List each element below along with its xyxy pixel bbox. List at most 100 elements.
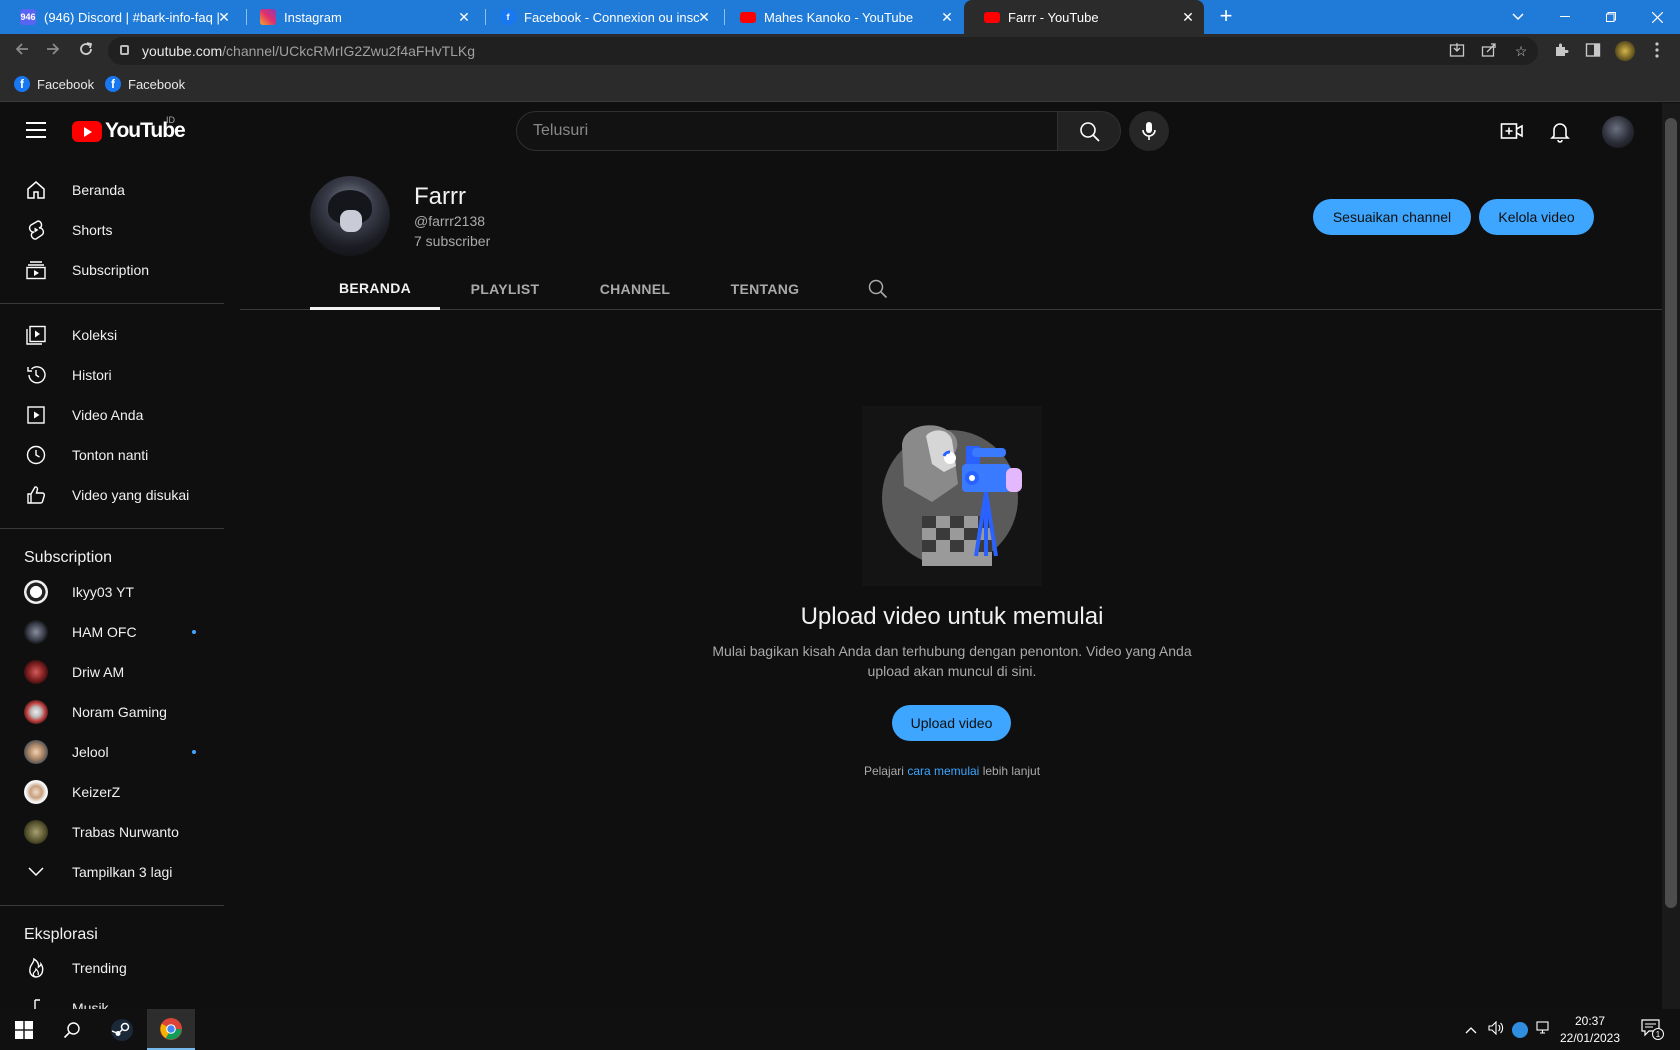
taskbar-clock[interactable]: 20:37 22/01/2023 [1550,1013,1630,1047]
upload-illustration [862,406,1042,586]
browser-tab-discord[interactable]: 946 (946) Discord | #bark-info-faq | B ✕ [0,0,240,34]
close-icon[interactable]: ✕ [216,9,232,25]
taskbar-search-icon[interactable] [48,1009,96,1050]
learn-suffix: lebih lanjut [982,764,1041,778]
sidebar-item-subscription-channel[interactable]: Jelool [12,732,224,772]
youtube-logo[interactable]: YouTube ID [72,115,186,143]
tray-chevron-up-icon[interactable] [1462,1021,1480,1039]
sidebar-item-subscription[interactable]: Subscription [12,250,224,290]
close-icon[interactable]: ✕ [1180,9,1196,25]
sidebar-item-label: Tampilkan 3 lagi [72,864,173,880]
sidebar-item-beranda[interactable]: Beranda [12,170,224,210]
steam-icon[interactable] [98,1009,146,1050]
browser-tab-instagram[interactable]: Instagram ✕ [240,0,480,34]
notifications-bell-icon[interactable] [1548,119,1572,143]
sidebar-item-subscription-channel[interactable]: HAM OFC [12,612,224,652]
sidebar-item-label: Trending [72,960,127,976]
forward-button[interactable] [41,39,65,63]
avatar [24,820,48,844]
sidebar-item-label: Noram Gaming [72,704,167,720]
new-tab-button[interactable]: + [1215,5,1237,28]
channel-avatar-icon [24,700,48,724]
clock-time: 20:37 [1574,1014,1606,1028]
search-icon [1080,122,1100,142]
close-icon[interactable]: ✕ [696,9,712,25]
tab-channel[interactable]: CHANNEL [570,268,700,310]
create-video-icon[interactable] [1500,119,1524,143]
window-close-button[interactable] [1634,0,1680,34]
browser-tab-facebook[interactable]: f Facebook - Connexion ou inscrip ✕ [480,0,720,34]
tab-title: Mahes Kanoko - YouTube [764,9,914,25]
avatar [24,620,48,644]
avatar [24,780,48,804]
tab-title: Farrr - YouTube [1008,9,1099,25]
tab-tentang[interactable]: TENTANG [700,268,830,310]
how-to-start-link[interactable]: cara memulai [907,764,979,778]
tab-beranda[interactable]: BERANDA [310,268,440,310]
sidebar-item-video-yang-disukai[interactable]: Video yang disukai [12,475,224,515]
upload-video-button[interactable]: Upload video [892,705,1011,741]
channel-search-icon[interactable] [854,268,902,310]
tab-search-chevron-icon[interactable] [1495,0,1541,34]
bookmark-facebook-1[interactable]: f Facebook [14,76,94,92]
youtube-play-icon [72,120,102,142]
tab-title: Instagram [284,9,342,25]
volume-icon[interactable] [1487,1020,1505,1039]
sidebar-item-histori[interactable]: Histori [12,355,224,395]
close-icon[interactable]: ✕ [456,9,472,25]
notification-center-icon[interactable]: 1 [1640,1018,1664,1042]
close-icon[interactable]: ✕ [939,9,955,25]
browser-menu-icon[interactable] [1648,42,1666,60]
home-icon [24,178,48,202]
history-icon [24,363,48,387]
menu-icon[interactable] [26,122,46,138]
manage-videos-button[interactable]: Kelola video [1479,199,1594,235]
side-panel-icon[interactable] [1584,42,1602,60]
address-bar[interactable]: youtube.com/channel/UCkcRMrIG2Zwu2f4aFHv… [108,37,1538,65]
sidebar-item-subscription-channel[interactable]: KeizerZ [12,772,224,812]
browser-tab-youtube-mahes[interactable]: Mahes Kanoko - YouTube ✕ [720,0,963,34]
tab-playlist[interactable]: PLAYLIST [440,268,570,310]
search-button[interactable] [1057,111,1121,151]
app-tray-icon[interactable] [1512,1022,1528,1038]
sidebar-item-musik[interactable]: Musik [12,988,224,1009]
sidebar-item-subscription-channel[interactable]: Noram Gaming [12,692,224,732]
youtube-icon [984,11,1000,23]
customize-channel-button[interactable]: Sesuaikan channel [1313,199,1471,235]
restore-button[interactable] [1588,0,1634,34]
sidebar-item-label: Video yang disukai [72,487,190,503]
sidebar-divider [0,905,224,906]
sidebar-item-subscription-channel[interactable]: Ikyy03 YT [12,572,224,612]
profile-avatar[interactable] [1615,41,1635,61]
install-app-icon[interactable] [1448,42,1466,60]
bookmarks-bar: f Facebook f Facebook [0,68,1680,102]
sidebar-item-trending[interactable]: Trending [12,948,224,988]
windows-start-icon[interactable] [0,1009,48,1050]
account-avatar[interactable] [1602,116,1634,148]
page-scrollbar-thumb[interactable] [1665,118,1677,908]
subscriber-count: 7 subscriber [414,233,491,249]
share-icon[interactable] [1480,42,1498,60]
back-button[interactable] [10,39,34,63]
search-input[interactable] [517,112,1057,150]
browser-tab-youtube-farrr[interactable]: Farrr - YouTube ✕ [964,0,1204,34]
subscriptions-icon [24,258,48,282]
extensions-icon[interactable] [1552,42,1570,60]
sidebar-item-shorts[interactable]: Shorts [12,210,224,250]
bookmark-facebook-2[interactable]: f Facebook [105,76,185,92]
sidebar-item-video-anda[interactable]: Video Anda [12,395,224,435]
sidebar-item-koleksi[interactable]: Koleksi [12,315,224,355]
sidebar-item-tonton-nanti[interactable]: Tonton nanti [12,435,224,475]
channel-name: Farrr [414,183,466,210]
watch-later-icon [24,443,48,467]
chrome-taskbar-icon[interactable] [147,1009,195,1050]
minimize-button[interactable] [1542,0,1588,34]
channel-avatar[interactable] [310,176,390,256]
reload-button[interactable] [74,39,98,63]
sidebar-item-subscription-channel[interactable]: Trabas Nurwanto [12,812,224,852]
voice-search-button[interactable] [1129,111,1169,151]
camera-operator-illustration [882,425,1022,566]
sidebar-item-subscription-channel[interactable]: Driw AM [12,652,224,692]
show-more-button[interactable]: Tampilkan 3 lagi [12,852,224,892]
bookmark-star-icon[interactable]: ☆ [1512,42,1530,60]
